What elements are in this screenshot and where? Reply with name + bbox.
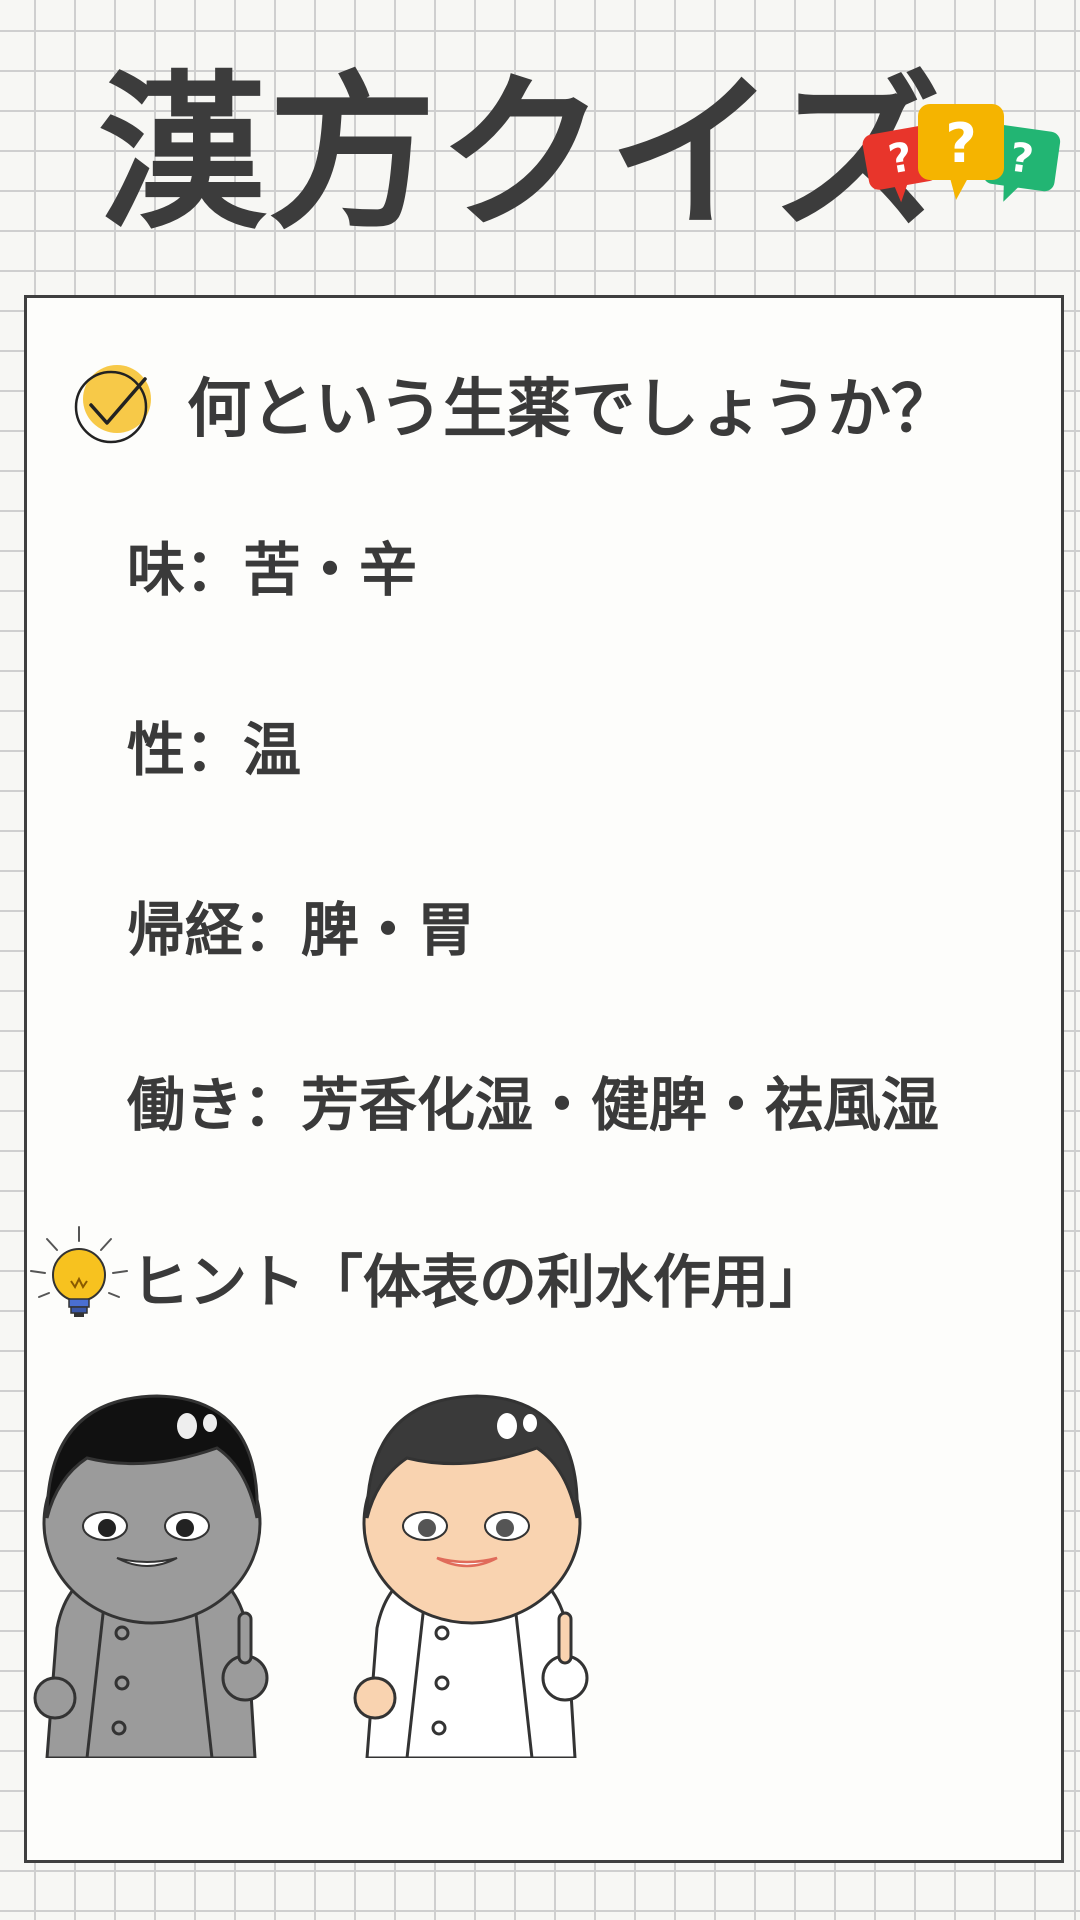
character-silhouette [33,1394,269,1758]
hint-text: ヒント「体表の利水作用」 [131,1248,828,1316]
hint-row: ヒント「体表の利水作用」 [27,1223,827,1331]
checkmark-circle-icon [74,365,151,444]
attribute-nature: 性：温 [127,716,302,784]
page-title: 漢方クイズ [98,56,943,252]
question-bubbles-icon: ? ? ? [862,104,1061,203]
question-text: 何という生薬でしょうか？ [187,373,955,447]
character-pharmacist [353,1394,589,1758]
svg-text:?: ? [945,112,976,175]
lightbulb-icon [30,1226,128,1317]
attribute-meridians: 帰経：脾・胃 [127,896,476,964]
attribute-taste: 味：苦・辛 [127,536,418,604]
quiz-card: 何という生薬でしょうか？ 味：苦・辛 性：温 帰経：脾・胃 働き：芳香化湿・健脾… [24,295,1064,1863]
question-row: 何という生薬でしょうか？ [73,358,955,450]
attribute-actions: 働き：芳香化湿・健脾・祛風湿 [127,1071,940,1139]
